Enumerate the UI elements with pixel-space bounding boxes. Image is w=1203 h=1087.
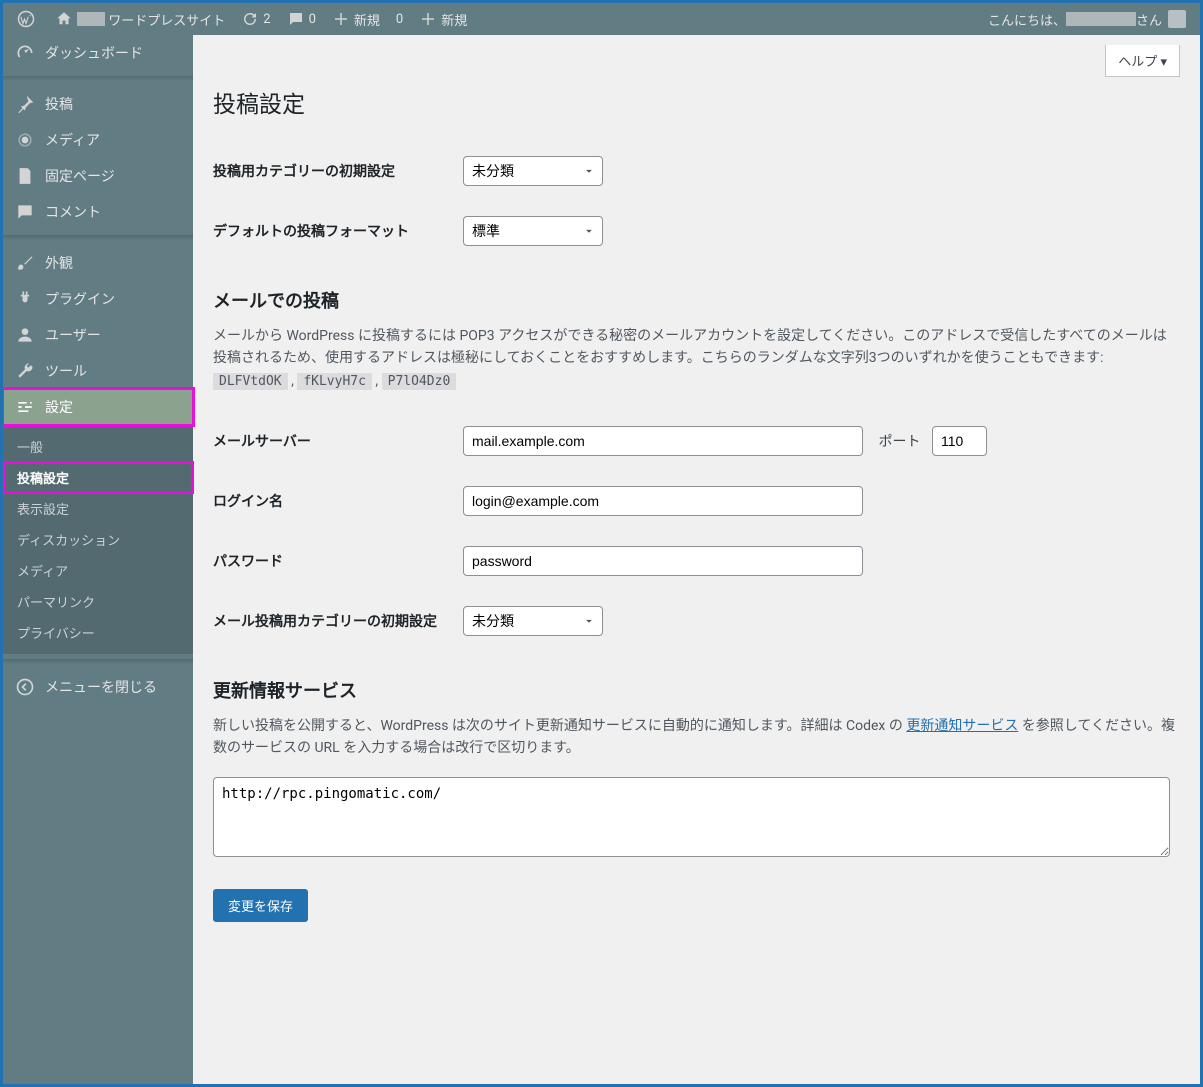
sidebar-item-comments[interactable]: コメント [3,194,193,230]
sidebar-item-plugins[interactable]: プラグイン [3,281,193,317]
update-service-link[interactable]: 更新通知サービス [906,718,1018,734]
new-link-2[interactable]: 新規 [411,3,475,35]
account-greeting[interactable]: こんにちは、さん [980,3,1194,35]
save-button[interactable]: 変更を保存 [213,889,308,922]
admin-bar: ワードプレスサイト 2 0 新規 0 新規 こんにちは、さん [3,3,1200,35]
site-mask [77,12,105,26]
submenu-privacy[interactable]: プライバシー [3,617,193,648]
password-label: パスワード [213,531,453,591]
update-description: 新しい投稿を公開すると、WordPress は次のサイト更新通知サービスに自動的… [213,715,1180,760]
new-link[interactable]: 新規 [324,3,388,35]
dashboard-icon [15,43,35,63]
sidebar-item-users[interactable]: ユーザー [3,317,193,353]
forms-link[interactable]: 0 [388,3,411,35]
submenu-writing[interactable]: 投稿設定 [3,462,193,493]
mail-category-select[interactable]: 未分類 [463,606,603,636]
submenu-permalink[interactable]: パーマリンク [3,586,193,617]
sidebar-item-media[interactable]: メディア [3,122,193,158]
submenu-general[interactable]: 一般 [3,431,193,462]
current-menu-arrow [193,450,201,466]
sliders-icon [15,397,35,417]
page-icon [15,166,35,186]
avatar [1168,10,1186,28]
comment-icon [15,202,35,222]
login-label: ログイン名 [213,471,453,531]
mail-server-label: メールサーバー [213,411,453,471]
submenu-media[interactable]: メディア [3,555,193,586]
sidebar-item-posts[interactable]: 投稿 [3,86,193,122]
port-label: ポート [878,434,920,450]
page-title: 投稿設定 [213,85,1180,119]
default-category-label: 投稿用カテゴリーの初期設定 [213,141,453,201]
mail-heading: メールでの投稿 [213,287,1180,313]
media-icon [15,130,35,150]
collapse-icon [15,677,35,697]
submenu-reading[interactable]: 表示設定 [3,493,193,524]
default-format-label: デフォルトの投稿フォーマット [213,201,453,261]
plugin-icon [15,289,35,309]
password-input[interactable] [463,546,863,576]
wrench-icon [15,361,35,381]
site-name: ワードプレスサイト [108,10,225,29]
default-format-select[interactable]: 標準 [463,216,603,246]
mail-description: メールから WordPress に投稿するには POP3 アクセスができる秘密の… [213,325,1180,393]
default-category-select[interactable]: 未分類 [463,156,603,186]
sidebar-collapse[interactable]: メニューを閉じる [3,669,193,705]
updates-link[interactable]: 2 [233,3,278,35]
ping-services-textarea[interactable] [213,777,1170,857]
admin-sidebar: ダッシュボード 投稿 メディア 固定ページ コメント 外観 プラグイン ユーザー… [3,35,193,1084]
settings-submenu: 一般 投稿設定 表示設定 ディスカッション メディア パーマリンク プライバシー [3,425,193,654]
main-content: ヘルプ ▾ 投稿設定 投稿用カテゴリーの初期設定 未分類 デフォルトの投稿フォー… [193,35,1200,1084]
port-input[interactable] [932,426,987,456]
home-link[interactable]: ワードプレスサイト [47,3,233,35]
submenu-discussion[interactable]: ディスカッション [3,524,193,555]
update-heading: 更新情報サービス [213,677,1180,703]
user-mask [1066,12,1136,26]
user-icon [15,325,35,345]
pin-icon [15,94,35,114]
sidebar-item-tools[interactable]: ツール [3,353,193,389]
login-input[interactable] [463,486,863,516]
help-tab[interactable]: ヘルプ ▾ [1105,45,1180,77]
random-code-1: DLFVtdOK [213,373,288,390]
sidebar-item-pages[interactable]: 固定ページ [3,158,193,194]
random-code-2: fKLvyH7c [297,373,372,390]
wp-logo[interactable] [9,3,47,35]
random-code-3: P7lO4Dz0 [382,373,457,390]
sidebar-item-dashboard[interactable]: ダッシュボード [3,35,193,71]
mail-category-label: メール投稿用カテゴリーの初期設定 [213,591,453,651]
comments-link[interactable]: 0 [279,3,324,35]
sidebar-item-appearance[interactable]: 外観 [3,245,193,281]
brush-icon [15,253,35,273]
mail-server-input[interactable] [463,426,863,456]
sidebar-item-settings[interactable]: 設定 [3,389,193,425]
